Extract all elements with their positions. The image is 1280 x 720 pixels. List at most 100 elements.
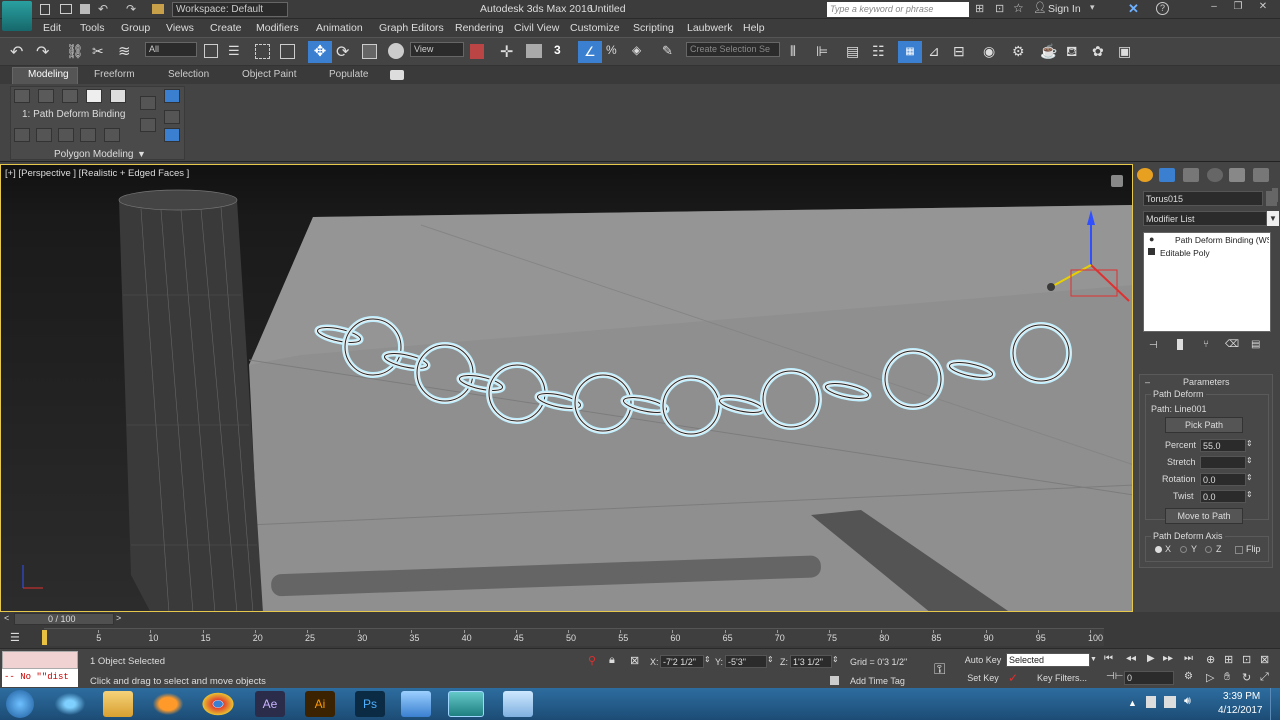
play-icon[interactable]: ▶ [1147,653,1155,664]
remove-modifier-icon[interactable] [80,128,96,142]
create-panel-icon[interactable] [1137,168,1153,182]
zoom-extents-icon[interactable]: ⊡ [1242,653,1251,666]
track-bar[interactable]: ☰ 5 10 15 20 25 30 35 40 45 50 55 60 65 70 75 80 85 90 95 1… [0,626,1280,648]
display-panel-icon[interactable] [1229,168,1245,182]
remote-desktop-icon[interactable] [401,691,431,717]
viewcube-home-icon[interactable] [1111,175,1123,187]
internet-explorer-icon[interactable] [52,691,88,717]
select-manipulate-icon[interactable]: ✛ [500,42,513,62]
remove-modifier-icon[interactable]: ⌫ [1225,339,1239,350]
orbit-icon[interactable]: ↻ [1242,671,1251,684]
maxscript-listener[interactable] [2,651,78,669]
snaps-toggle-icon[interactable]: 3 [554,43,561,57]
minimize-icon[interactable]: – [1202,1,1226,15]
utilities-panel-icon[interactable] [1253,168,1269,182]
tray-arrow-icon[interactable]: ▲ [1128,698,1137,708]
time-configuration-icon[interactable]: ⚙ [1184,671,1193,682]
save-file-icon[interactable] [80,4,90,14]
stretch-spinner-icon[interactable]: ⇕ [1246,456,1253,465]
motion-panel-icon[interactable] [1207,168,1223,182]
axis-x-radio[interactable] [1155,546,1162,553]
perspective-viewport[interactable]: [+] [Perspective ] [Realistic + Edged Fa… [0,164,1133,612]
go-to-end-icon[interactable]: ⏭ [1184,653,1193,664]
spinner-snap-icon[interactable]: ◈ [632,43,641,57]
preserve-uvs-icon[interactable] [140,96,156,110]
3ds-max-taskbar-icon[interactable] [448,691,484,717]
redo-icon[interactable]: ↷ [36,42,49,62]
percent-snap-icon[interactable]: % [606,43,617,57]
next-frame-icon[interactable]: ▸▸ [1163,653,1173,664]
modifier-stack-label[interactable]: 1: Path Deform Binding [22,109,125,120]
parameters-rollout-title[interactable]: Parameters [1183,377,1230,387]
help-icon[interactable]: ? [1156,2,1169,15]
new-file-icon[interactable] [40,4,50,15]
exchange-icon[interactable]: ✕ [1128,1,1139,17]
time-slider-next-icon[interactable]: > [116,613,121,623]
illustrator-icon[interactable]: Ai [305,691,335,717]
undo-icon[interactable]: ↶ [10,42,23,62]
current-frame-field[interactable]: 0 [1124,671,1174,685]
modifier-list-dropdown[interactable]: Modifier List [1143,211,1267,226]
place-icon[interactable] [388,43,404,59]
key-filters-button[interactable]: Key Filters... [1030,671,1094,687]
current-frame-marker[interactable] [42,630,47,645]
pan-view-icon[interactable]: ✋︎ [1224,671,1230,684]
render-production-icon[interactable]: ⛾ [1066,43,1077,62]
menu-laubwerk[interactable]: Laubwerk [687,22,733,34]
menu-group[interactable]: Group [121,22,150,34]
twist-field[interactable]: 0.0 [1200,490,1246,503]
tray-volume-icon[interactable]: 🔊︎ [1184,695,1191,708]
key-selection-dropdown[interactable]: Selected [1006,653,1090,667]
chrome-icon[interactable] [200,691,236,717]
mirror-icon[interactable]: ⫴ [790,43,796,60]
lightbulb-icon[interactable]: ● [1149,234,1154,244]
select-and-scale-icon[interactable] [362,44,377,59]
show-end-result-icon[interactable] [1177,339,1183,350]
menu-modifiers[interactable]: Modifiers [256,22,299,34]
set-key-button[interactable]: Set Key [963,671,1003,687]
render-a360-icon[interactable]: ▣ [1118,43,1131,60]
user-icon[interactable]: 👤︎ [1033,1,1047,14]
maxscript-output[interactable]: -- No ""dist [2,669,78,687]
flip-checkbox[interactable] [1235,546,1243,554]
chevron-down-icon[interactable]: ▼ [1090,653,1098,667]
hierarchy-panel-icon[interactable] [1183,168,1199,182]
sign-in-dropdown-icon[interactable]: ▾ [1090,2,1095,13]
twist-spinner-icon[interactable]: ⇕ [1246,490,1253,499]
viewport-label[interactable]: [+] [Perspective ] [Realistic + Edged Fa… [5,168,189,179]
open-file-icon[interactable] [60,4,72,14]
zoom-extents-all-icon[interactable]: ⊠ [1260,653,1269,666]
clock-time[interactable]: 3:39 PM [1223,691,1260,702]
element-mode-icon[interactable] [110,89,126,103]
ribbon-options-icon[interactable] [390,70,404,80]
edge-mode-icon[interactable] [38,89,54,103]
repeat-last-icon[interactable] [140,118,156,132]
stack-item-path-deform-label[interactable]: Path Deform Binding (WS [1175,235,1269,245]
window-crossing-icon[interactable] [280,44,295,59]
render-setup-icon[interactable]: ⚙ [1012,43,1025,60]
rotation-spinner-icon[interactable]: ⇕ [1246,473,1253,482]
stretch-field[interactable] [1200,456,1246,469]
make-unique-icon[interactable] [58,128,74,142]
go-to-start-icon[interactable]: ⏮ [1104,653,1113,664]
tray-network-icon[interactable] [1164,696,1176,708]
chevron-down-icon[interactable]: ▼ [137,149,146,159]
tab-freeform[interactable]: Freeform [94,69,135,80]
project-folder-icon[interactable] [152,4,164,14]
after-effects-icon[interactable]: Ae [255,691,285,717]
close-icon[interactable]: ✕ [1250,1,1276,15]
menu-tools[interactable]: Tools [80,22,105,34]
x-coordinate-field[interactable]: -7'2 1/2" [660,655,704,668]
menu-help[interactable]: Help [743,22,765,34]
menu-create[interactable]: Create [210,22,242,34]
maximize-viewport-icon[interactable]: ⤢ [1260,671,1269,684]
notepad-icon[interactable] [503,691,533,717]
show-desktop-button[interactable] [1270,688,1280,720]
object-name-field[interactable]: Torus015 [1143,191,1263,206]
edit-named-selection-icon[interactable]: ✎ [662,43,673,59]
z-spinner-icon[interactable]: ⇕ [832,655,839,664]
add-time-tag[interactable]: Add Time Tag [850,676,905,686]
menu-views[interactable]: Views [166,22,194,34]
zoom-icon[interactable]: ⊕ [1206,653,1215,666]
make-unique-icon[interactable]: ⑂ [1203,339,1209,350]
